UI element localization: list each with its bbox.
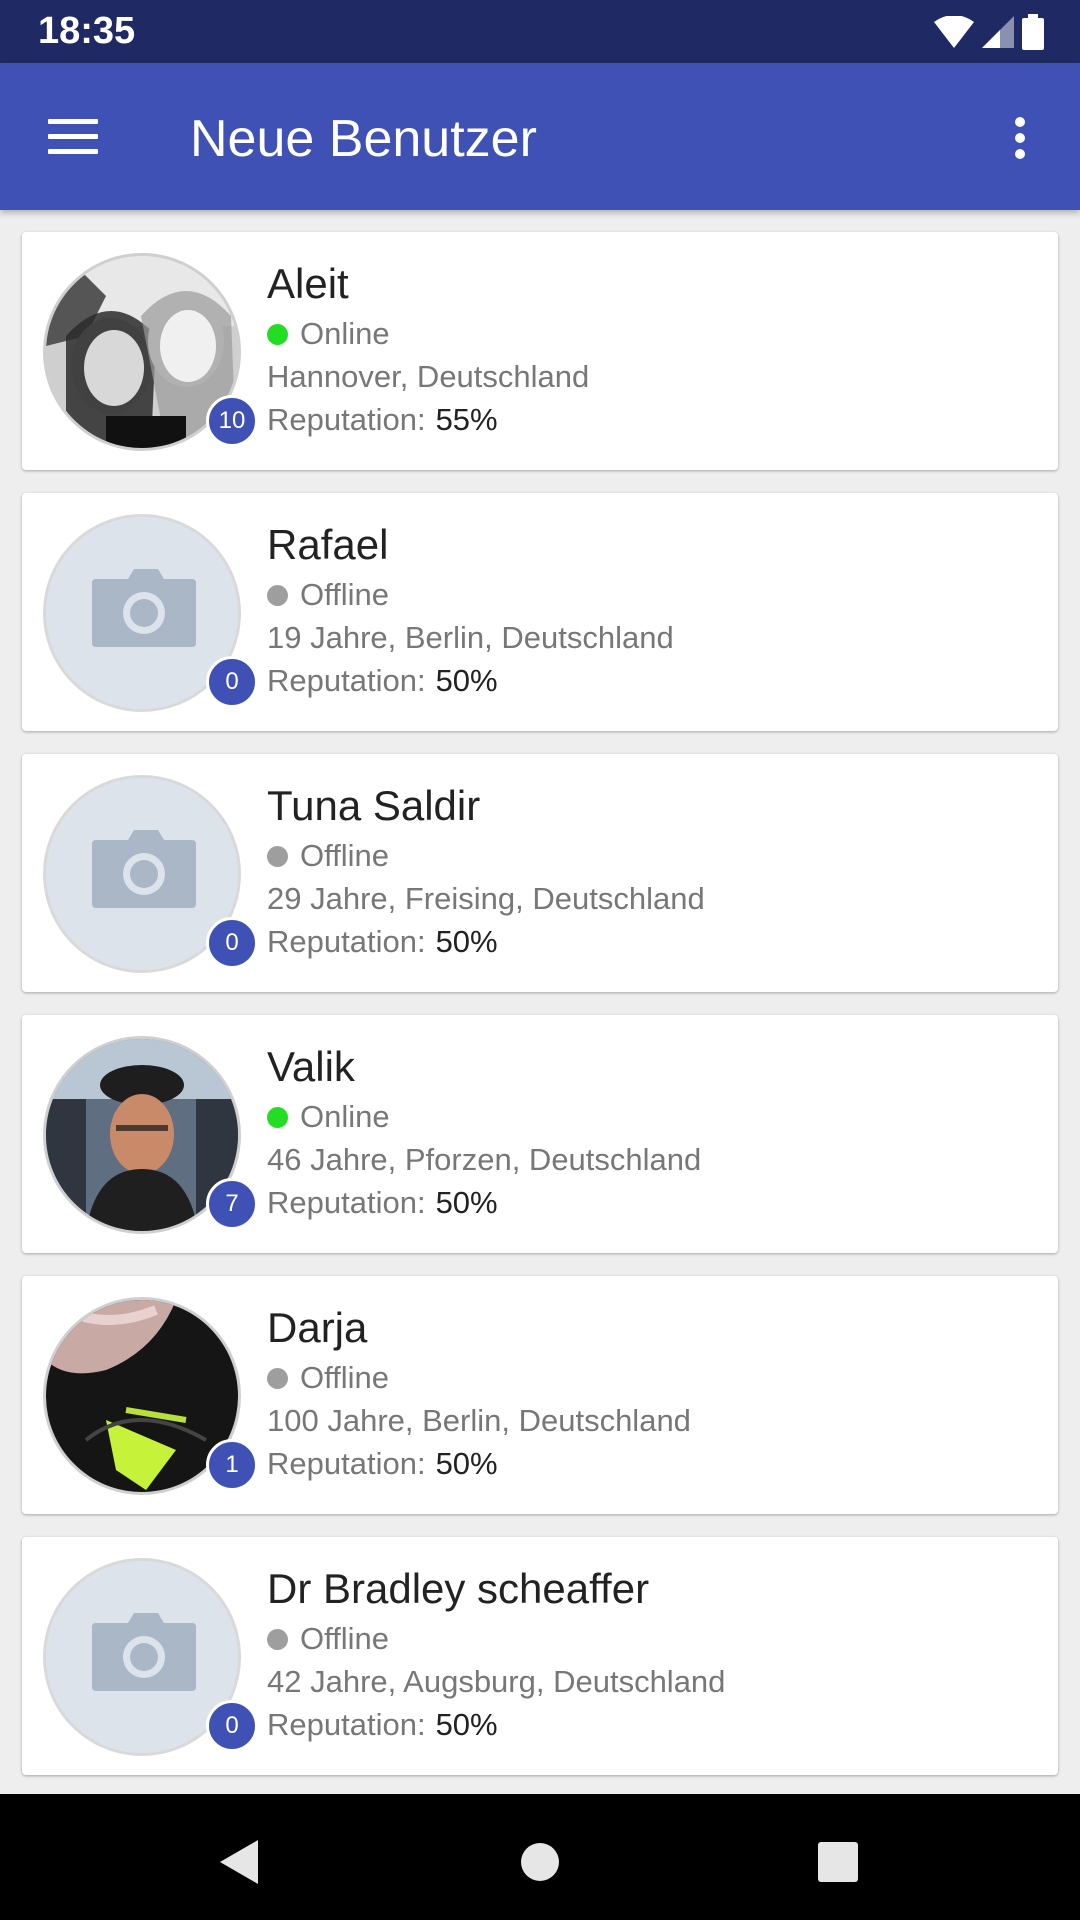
offline-dot-icon <box>267 845 288 867</box>
user-name: Tuna Saldir <box>267 782 481 829</box>
reputation-label: Reputation: <box>267 1707 426 1742</box>
app-bar: Neue Benutzer <box>0 63 1080 210</box>
count-badge: 0 <box>206 656 258 708</box>
user-card[interactable]: 10 Aleit Online Hannover, Deutschland Re… <box>22 232 1058 470</box>
count-badge: 7 <box>206 1178 258 1230</box>
reputation: Reputation: 50% <box>267 1446 498 1482</box>
status-icons <box>934 12 1044 52</box>
offline-dot-icon <box>267 1628 288 1650</box>
online-dot-icon <box>267 323 288 345</box>
user-location: 42 Jahre, Augsburg, Deutschland <box>267 1664 726 1699</box>
online-status: Offline <box>267 577 389 613</box>
count-badge: 1 <box>206 1439 258 1491</box>
recents-square-icon <box>818 1842 858 1882</box>
user-card[interactable]: 0 Tuna Saldir Offline 29 Jahre, Freising… <box>22 754 1058 992</box>
page-title: Neue Benutzer <box>190 110 537 168</box>
avatar[interactable]: 7 <box>43 1036 258 1234</box>
user-name: Valik <box>267 1043 355 1090</box>
online-status: Offline <box>267 1360 389 1396</box>
avatar[interactable]: 1 <box>43 1297 258 1495</box>
user-name: Dr Bradley scheaffer <box>267 1565 650 1612</box>
offline-dot-icon <box>267 1367 288 1389</box>
user-name: Aleit <box>267 260 349 307</box>
user-name: Darja <box>267 1304 368 1351</box>
user-card[interactable]: 0 Rafael Offline 19 Jahre, Berlin, Deuts… <box>22 493 1058 731</box>
reputation-label: Reputation: <box>267 924 426 959</box>
online-status: Offline <box>267 1621 389 1657</box>
status-text: Offline <box>300 1360 390 1395</box>
avatar[interactable]: 0 <box>43 775 258 973</box>
system-nav-bar <box>0 1794 1080 1920</box>
user-card[interactable]: 0 Dr Bradley scheaffer Offline 42 Jahre,… <box>22 1537 1058 1775</box>
reputation-value: 50% <box>435 924 498 959</box>
reputation-value: 50% <box>435 1446 498 1481</box>
online-dot-icon <box>267 1106 288 1128</box>
count-badge: 0 <box>206 917 258 969</box>
status-time: 18:35 <box>38 10 136 52</box>
user-location: 19 Jahre, Berlin, Deutschland <box>267 620 674 655</box>
reputation-value: 50% <box>435 1707 498 1742</box>
reputation: Reputation: 50% <box>267 924 498 960</box>
wifi-icon <box>934 16 974 48</box>
back-button[interactable] <box>210 1832 270 1892</box>
online-status: Online <box>267 316 390 352</box>
user-card[interactable]: 1 Darja Offline 100 Jahre, Berlin, Deuts… <box>22 1276 1058 1514</box>
reputation: Reputation: 50% <box>267 1707 498 1743</box>
online-status: Offline <box>267 838 389 874</box>
reputation-value: 50% <box>435 1185 498 1220</box>
reputation: Reputation: 50% <box>267 1185 498 1221</box>
user-list[interactable]: 10 Aleit Online Hannover, Deutschland Re… <box>0 210 1080 1794</box>
signal-icon <box>982 16 1014 48</box>
user-card[interactable]: 7 Valik Online 46 Jahre, Pforzen, Deutsc… <box>22 1015 1058 1253</box>
reputation-label: Reputation: <box>267 1446 426 1481</box>
home-button[interactable] <box>510 1832 570 1892</box>
recents-button[interactable] <box>808 1832 868 1892</box>
menu-icon[interactable] <box>36 103 108 169</box>
count-badge: 0 <box>206 1700 258 1752</box>
user-location: Hannover, Deutschland <box>267 359 590 394</box>
avatar[interactable]: 0 <box>43 1558 258 1756</box>
user-location: 29 Jahre, Freising, Deutschland <box>267 881 705 916</box>
user-location: 46 Jahre, Pforzen, Deutschland <box>267 1142 702 1177</box>
status-text: Online <box>300 316 390 351</box>
status-text: Online <box>300 1099 390 1134</box>
user-name: Rafael <box>267 521 389 568</box>
back-triangle-icon <box>220 1840 258 1884</box>
reputation: Reputation: 55% <box>267 402 498 438</box>
count-badge: 10 <box>206 395 258 447</box>
user-location: 100 Jahre, Berlin, Deutschland <box>267 1403 691 1438</box>
reputation-label: Reputation: <box>267 1185 426 1220</box>
reputation: Reputation: 50% <box>267 663 498 699</box>
status-text: Offline <box>300 1621 390 1656</box>
more-options-icon[interactable] <box>990 103 1050 169</box>
reputation-value: 50% <box>435 663 498 698</box>
avatar[interactable]: 0 <box>43 514 258 712</box>
status-text: Offline <box>300 838 390 873</box>
online-status: Online <box>267 1099 390 1135</box>
offline-dot-icon <box>267 584 288 606</box>
reputation-label: Reputation: <box>267 402 426 437</box>
avatar[interactable]: 10 <box>43 253 258 451</box>
reputation-value: 55% <box>435 402 498 437</box>
status-bar: 18:35 <box>0 0 1080 63</box>
home-circle-icon <box>521 1843 559 1881</box>
battery-icon <box>1022 14 1044 50</box>
reputation-label: Reputation: <box>267 663 426 698</box>
status-text: Offline <box>300 577 390 612</box>
